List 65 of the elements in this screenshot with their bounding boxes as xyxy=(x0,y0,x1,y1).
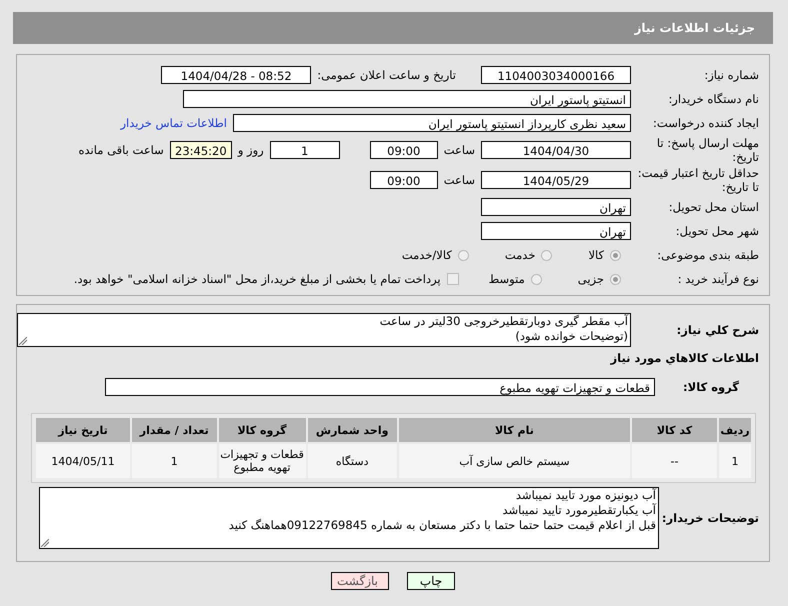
radio-label: کالا/خدمت xyxy=(402,248,452,262)
time-label: ساعت xyxy=(444,143,475,157)
table-cell: 1404/05/11 xyxy=(36,444,130,478)
column-header: ردیف xyxy=(719,418,751,442)
resize-handle-icon[interactable] xyxy=(41,539,49,547)
description-field[interactable]: آب مقطر گیری دوبارتقطیرخروجی 30لیتر در ساعت (توضیحات خوانده شود) xyxy=(17,313,631,347)
days-field[interactable]: 1 xyxy=(270,141,340,159)
buyer-notes-field[interactable]: آب دیونیزه مورد تایید نمیباشد آب یکبارتقطیرمورد تایید نمیباشد قبل از اعلام قیمت حتما حتما حتما با دکتر مستعان به شماره 09122769845هماهنگ کنید xyxy=(39,487,659,549)
time-label: ساعت xyxy=(444,173,475,187)
table-cell: سیستم خالص سازی آب xyxy=(398,444,630,478)
section-title: اطلاعات کالاهاي مورد نياز xyxy=(609,351,760,365)
field-label: تاریخ و ساعت اعلان عمومی: xyxy=(317,68,456,82)
radio-button[interactable] xyxy=(530,274,542,284)
resize-handle-icon[interactable] xyxy=(19,337,27,345)
radio-label: متوسط xyxy=(488,272,525,286)
creator-field[interactable]: سعید نظری کارپرداز انستیتو پاستور ایران xyxy=(233,114,631,132)
checkbox-label: پرداخت تمام یا بخشی از مبلغ خرید،از محل "اسناد خزانه اسلامی" خواهد بود. xyxy=(74,272,441,286)
field-label: نام دستگاه خریدار: xyxy=(667,92,760,106)
buyer-contact-link[interactable]: اطلاعات تماس خریدار xyxy=(120,116,227,130)
field-label: شرح کلي نياز: xyxy=(676,323,760,337)
table-cell: -- xyxy=(632,444,718,478)
table-cell: 1 xyxy=(719,444,751,478)
remaining-label: ساعت باقی مانده xyxy=(78,143,164,157)
field-label: ایجاد کننده درخواست: xyxy=(652,116,760,130)
field-label: حداقل تاریخ اعتبار قیمت: تا تاریخ: xyxy=(636,166,760,194)
radio-button[interactable] xyxy=(610,250,621,260)
radio-label: جزیی xyxy=(578,272,604,286)
page-title: جزئیات اطلاعات نیاز xyxy=(13,12,773,44)
buyer-org-field[interactable]: انستیتو پاستور ایران xyxy=(183,90,631,108)
column-header: تعداد / مقدار xyxy=(132,418,217,442)
field-label: طبقه بندی موضوعی: xyxy=(656,248,760,262)
column-header: واحد شمارش xyxy=(308,418,397,442)
date-field[interactable]: 1404/05/29 xyxy=(481,171,631,189)
action-button[interactable]: بازگشت xyxy=(331,572,389,590)
remaining-time-field[interactable]: 23:45:20 xyxy=(170,141,232,159)
time-field[interactable]: 09:00 xyxy=(370,141,438,159)
need-number-field[interactable]: 1104003034000166 xyxy=(481,66,631,84)
radio-button[interactable] xyxy=(541,250,552,260)
radio-label: کالا xyxy=(588,248,604,262)
table-cell: دستگاه xyxy=(308,444,397,478)
field-label: شهر محل تحویل: xyxy=(674,224,760,238)
radio-button[interactable] xyxy=(458,250,469,260)
radio-button[interactable] xyxy=(610,274,621,284)
column-header: تاریخ نیاز xyxy=(36,418,130,442)
field-label: نوع فرآیند خرید : xyxy=(676,272,760,286)
column-header: کد کالا xyxy=(632,418,718,442)
date-field[interactable]: 1404/04/30 xyxy=(481,141,631,159)
field-label: مهلت ارسال پاسخ: تا تاریخ: xyxy=(656,136,760,164)
column-header: نام کالا xyxy=(398,418,630,442)
field-label: توضیحات خریدار: xyxy=(660,511,760,525)
radio-label: خدمت xyxy=(504,248,536,262)
time-field[interactable]: 09:00 xyxy=(370,171,438,189)
table-cell: قطعات و تجهیزات تهویه مطبوع xyxy=(218,444,306,478)
action-button[interactable]: چاپ xyxy=(407,572,455,590)
city-field[interactable]: تهران xyxy=(481,222,631,240)
days-label: روز و xyxy=(238,143,264,157)
table-cell: 1 xyxy=(132,444,217,478)
checkbox[interactable] xyxy=(446,273,459,285)
field-label: استان محل تحویل: xyxy=(668,200,760,214)
goods-group-field[interactable]: قطعات و تجهیزات تهویه مطبوع xyxy=(105,378,655,396)
field-label: گروه کالا: xyxy=(682,380,740,394)
column-header: گروه کالا xyxy=(218,418,306,442)
announce-date-field[interactable]: 1404/04/28 - 08:52 xyxy=(161,66,312,84)
field-label: شماره نیاز: xyxy=(703,68,760,82)
province-field[interactable]: تهران xyxy=(481,198,631,216)
